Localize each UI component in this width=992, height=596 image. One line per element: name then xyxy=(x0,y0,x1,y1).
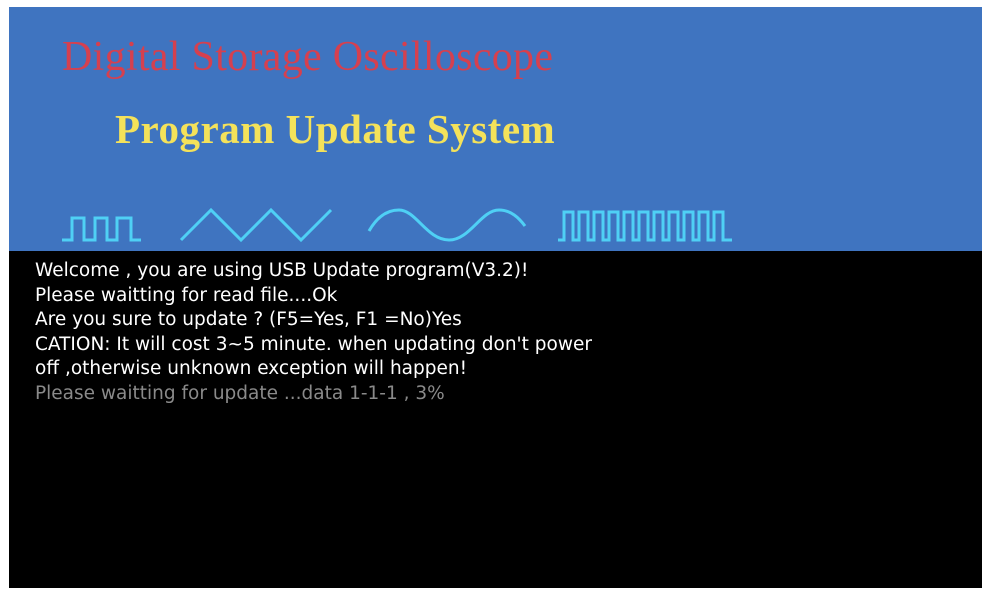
waveform-strip xyxy=(62,207,732,243)
update-console: Welcome , you are using USB Update progr… xyxy=(35,259,592,406)
app-title: Digital Storage Oscilloscope xyxy=(62,34,554,80)
square-wave-icon xyxy=(62,216,141,242)
app-subtitle: Program Update System xyxy=(115,106,556,152)
update-banner: Digital Storage Oscilloscope Program Upd… xyxy=(9,7,982,251)
console-caution-continued-line: off ,otherwise unknown exception will ha… xyxy=(35,358,468,379)
sine-wave-icon xyxy=(367,208,527,242)
console-confirm-line: Are you sure to update ? (F5=Yes, F1 =No… xyxy=(35,309,462,330)
console-progress-line: Please waitting for update ...data 1-1-1… xyxy=(35,382,445,404)
console-caution-line: CATION: It will cost 3~5 minute. when up… xyxy=(35,333,592,355)
pulse-train-icon xyxy=(558,210,732,242)
console-read-file-line: Please waitting for read file....Ok xyxy=(35,284,338,306)
console-welcome-line: Welcome , you are using USB Update progr… xyxy=(35,260,529,281)
triangle-wave-icon xyxy=(179,207,333,243)
oscilloscope-screen: Digital Storage Oscilloscope Program Upd… xyxy=(9,7,982,588)
